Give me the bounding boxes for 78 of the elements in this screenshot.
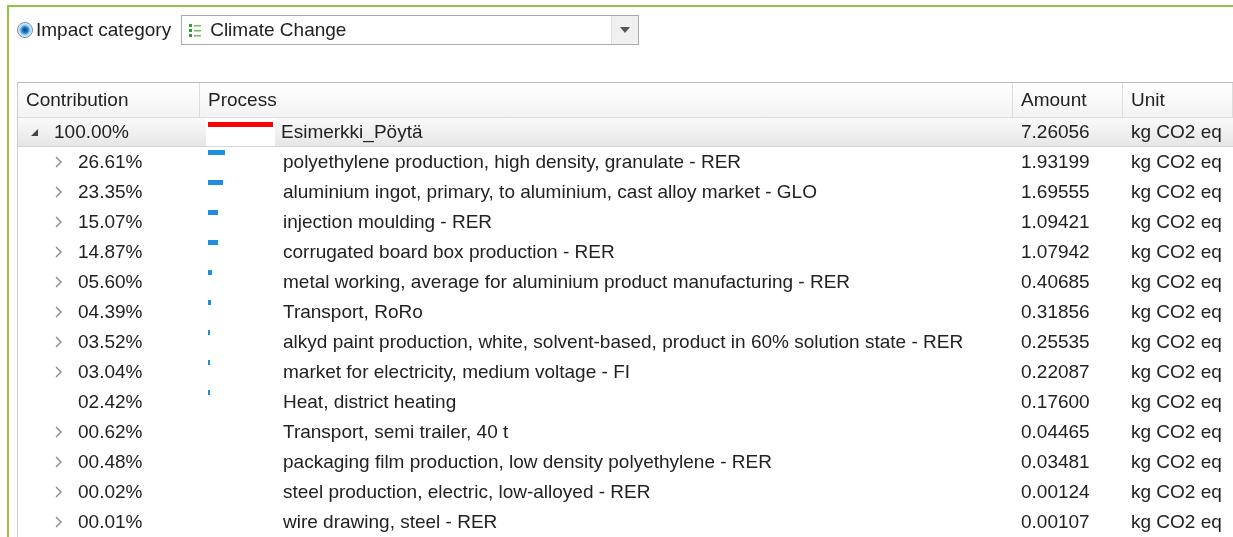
unit-value: kg CO2 eq [1130, 150, 1223, 174]
process-name: Heat, district heating [283, 391, 457, 413]
process-name: Esimerkki_Pöytä [281, 121, 423, 143]
table-row[interactable]: 00.48% packaging film production, low density polyethylene - RER 0.03481 kg CO2 eq [18, 447, 1233, 477]
table-row[interactable]: 00.02% steel production, electric, low-alloyed - RER 0.00124 kg CO2 eq [18, 477, 1233, 507]
process-name: market for electricity, medium voltage - FI [283, 361, 631, 383]
unit-value: kg CO2 eq [1130, 180, 1223, 204]
table-row[interactable]: 04.39% Transport, RoRo 0.31856 kg CO2 eq [18, 297, 1233, 327]
table-row[interactable]: 05.60% metal working, average for aluminium product manufacturing - RER 0.40685 kg CO2 eq [18, 267, 1233, 297]
table-row[interactable]: 100.00% Esimerkki_Pöytä 7.26056 kg CO2 eq [18, 118, 1233, 147]
contribution-value: 26.61% [78, 151, 143, 173]
table-row[interactable]: 02.42% Heat, district heating 0.17600 kg CO2 eq [18, 387, 1233, 417]
amount-value: 1.69555 [1020, 180, 1091, 204]
unit-value: kg CO2 eq [1130, 120, 1223, 144]
table-row[interactable]: 00.62% Transport, semi trailer, 40 t 0.04465 kg CO2 eq [18, 417, 1233, 447]
list-icon [188, 23, 203, 37]
dropdown[interactable]: Climate Change [181, 15, 640, 45]
contribution-value: 100.00% [54, 121, 129, 143]
unit-value: kg CO2 eq [1130, 390, 1223, 414]
table-row[interactable]: 14.87% corrugated board box production - RER 1.07942 kg CO2 eq [18, 237, 1233, 267]
caret-icon [611, 16, 639, 44]
contribution-value: 03.52% [78, 331, 143, 353]
contribution-value: 00.02% [78, 481, 143, 503]
process-name: aluminium ingot, primary, to aluminium, cast alloy market - GLO [283, 181, 817, 203]
unit-value: kg CO2 eq [1130, 210, 1223, 234]
unit-value: kg CO2 eq [1130, 450, 1223, 474]
radio-button[interactable]: Impact category [17, 19, 172, 41]
process-name: packaging film production, low density polyethylene - RER [283, 451, 772, 473]
amount-value: 0.22087 [1020, 360, 1091, 384]
contribution-value: 23.35% [78, 181, 143, 203]
contribution-value: 00.62% [78, 421, 143, 443]
process-name: metal working, average for aluminium product manufacturing - RER [283, 271, 851, 293]
table-row[interactable]: 00.01% wire drawing, steel - RER 0.00107 kg CO2 eq [18, 507, 1233, 537]
contribution-value: 00.01% [78, 511, 143, 533]
process-name: Transport, semi trailer, 40 t [283, 421, 509, 443]
process-name: alkyd paint production, white, solvent-based, product in 60% solution state - RER [283, 331, 964, 353]
column-header[interactable]: Amount [1013, 83, 1123, 117]
table-row[interactable]: 03.52% alkyd paint production, white, solvent-based, product in 60% solution state - RER 0.25535 kg CO2 eq [18, 327, 1233, 357]
unit-value: kg CO2 eq [1130, 510, 1223, 534]
column-header[interactable]: Contribution [18, 83, 200, 117]
column-header[interactable]: Unit [1123, 83, 1233, 117]
process-name: injection moulding - RER [283, 211, 493, 233]
amount-value: 1.09421 [1020, 210, 1091, 234]
unit-value: kg CO2 eq [1130, 420, 1223, 444]
contribution-value: 00.48% [78, 451, 143, 473]
contribution-value: 05.60% [78, 271, 143, 293]
process-name: Transport, RoRo [283, 301, 423, 323]
unit-value: kg CO2 eq [1130, 240, 1223, 264]
amount-value: 0.00107 [1020, 510, 1091, 534]
amount-value: 7.26056 [1020, 120, 1091, 144]
amount-value: 0.25535 [1020, 330, 1091, 354]
unit-value: kg CO2 eq [1130, 270, 1223, 294]
contribution-value: 03.04% [78, 361, 143, 383]
table-row[interactable]: 03.04% market for electricity, medium voltage - FI 0.22087 kg CO2 eq [18, 357, 1233, 387]
column-header[interactable]: Process [200, 83, 1013, 117]
amount-value: 0.17600 [1020, 390, 1091, 414]
amount-value: 0.00124 [1020, 480, 1091, 504]
process-name: corrugated board box production - RER [283, 241, 615, 263]
table-row[interactable]: 15.07% injection moulding - RER 1.09421 kg CO2 eq [18, 207, 1233, 237]
unit-value: kg CO2 eq [1130, 300, 1223, 324]
contribution-value: 15.07% [78, 211, 143, 233]
process-name: polyethylene production, high density, granulate - RER [283, 151, 742, 173]
unit-value: kg CO2 eq [1130, 330, 1223, 354]
unit-value: kg CO2 eq [1130, 360, 1223, 384]
contribution-value: 04.39% [78, 301, 143, 323]
amount-value: 1.93199 [1020, 150, 1091, 174]
table-row[interactable]: 26.61% polyethylene production, high density, granulate - RER 1.93199 kg CO2 eq [18, 147, 1233, 177]
amount-value: 0.03481 [1020, 450, 1091, 474]
unit-value: kg CO2 eq [1130, 480, 1223, 504]
amount-value: 0.40685 [1020, 270, 1091, 294]
amount-value: 1.07942 [1020, 240, 1091, 264]
process-name: steel production, electric, low-alloyed - RER [283, 481, 651, 503]
amount-value: 0.31856 [1020, 300, 1091, 324]
process-name: wire drawing, steel - RER [283, 511, 498, 533]
contribution-value: 02.42% [78, 391, 143, 413]
contribution-value: 14.87% [78, 241, 143, 263]
table-row[interactable]: 23.35% aluminium ingot, primary, to aluminium, cast alloy market - GLO 1.69555 kg CO2 eq [18, 177, 1233, 207]
amount-value: 0.04465 [1020, 420, 1091, 444]
